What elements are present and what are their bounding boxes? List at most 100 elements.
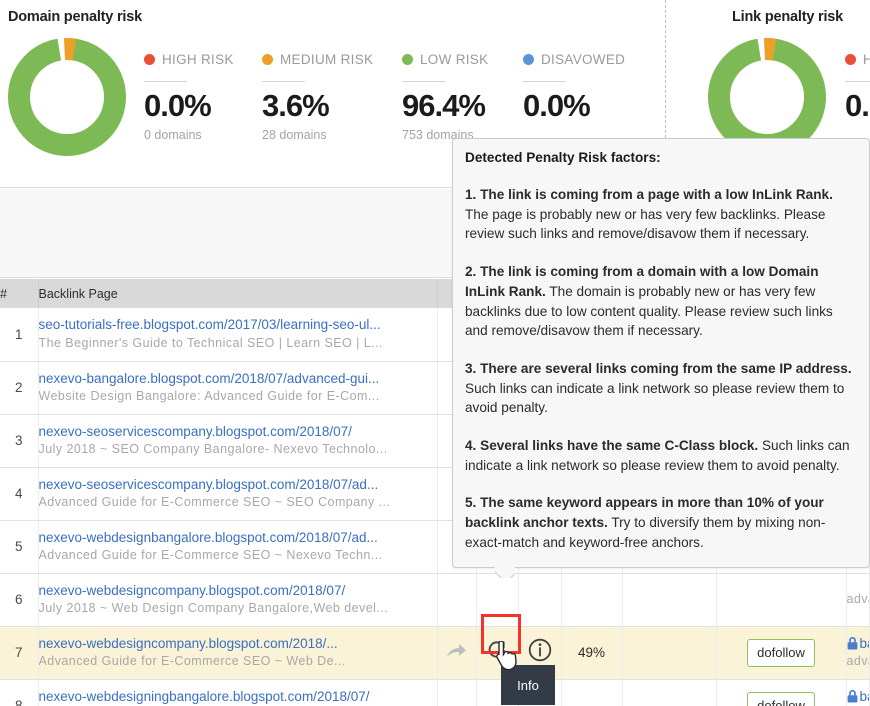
factor-number: 5.	[465, 495, 477, 511]
disavowed-percent: 0.0%	[523, 88, 591, 123]
row-backlink-page[interactable]: nexevo-webdesigningbangalore.blogspot.co…	[38, 679, 438, 706]
high-risk-dot	[144, 53, 155, 65]
anchor-text-link[interactable]: back	[847, 688, 869, 706]
factor-description: The page is probably new or has very few…	[465, 206, 826, 242]
row-follow-cell[interactable]	[716, 573, 847, 627]
domain-penalty-risk-title: Domain penalty risk	[8, 9, 142, 25]
backlink-page-url[interactable]: nexevo-bangalore.blogspot.com/2018/07/ad…	[39, 370, 437, 388]
factor-number: 3.	[465, 360, 477, 376]
high-risk-label: HIGH RISK	[162, 51, 234, 67]
refresh-button[interactable]	[487, 640, 507, 660]
table-row[interactable]: 7 nexevo-webdesigncompany.blogspot.com/2…	[0, 626, 870, 680]
low-risk-percent: 96.4%	[402, 88, 486, 123]
row-backlink-page[interactable]: nexevo-webdesigncompany.blogspot.com/201…	[38, 626, 438, 680]
secure-lock-icon	[847, 689, 858, 704]
info-hover-tooltip: Info	[501, 665, 555, 705]
row-index: 3	[0, 414, 39, 468]
row-share-cell[interactable]	[437, 626, 477, 680]
share-button[interactable]	[446, 642, 467, 659]
row-share-cell[interactable]	[437, 573, 477, 627]
disavowed-label: DISAVOWED	[541, 51, 626, 67]
backlink-page-url[interactable]: seo-tutorials-free.blogspot.com/2017/03/…	[39, 316, 437, 334]
factor-description: Such links can indicate a link network s…	[465, 380, 845, 416]
tooltip-factor-item: 3. There are several links coming from t…	[465, 359, 856, 418]
backlink-page-url[interactable]: nexevo-webdesigningbangalore.blogspot.co…	[39, 688, 437, 706]
follow-type-badge[interactable]: dofollow	[747, 638, 815, 667]
row-extra-cell	[622, 573, 717, 627]
row-penalty-risk-percent	[561, 573, 623, 627]
row-backlink-page[interactable]: nexevo-webdesignbangalore.blogspot.com/2…	[38, 520, 438, 574]
low-risk-label: LOW RISK	[420, 51, 489, 67]
info-button[interactable]	[528, 638, 552, 662]
table-row[interactable]: 6 nexevo-webdesigncompany.blogspot.com/2…	[0, 573, 870, 627]
low-risk-dot	[402, 53, 413, 65]
row-anchor-cell[interactable]: back advan	[846, 679, 870, 706]
backlink-page-url[interactable]: nexevo-webdesignbangalore.blogspot.com/2…	[39, 529, 437, 547]
follow-type-badge[interactable]: dofollow	[747, 691, 815, 706]
row-backlink-page[interactable]: seo-tutorials-free.blogspot.com/2017/03/…	[38, 308, 438, 362]
row-backlink-page[interactable]: nexevo-bangalore.blogspot.com/2018/07/ad…	[38, 361, 438, 415]
backlink-page-title: Advanced Guide for E-Commerce SEO ~ Web …	[38, 653, 346, 668]
factor-title: The link is coming from a page with a lo…	[480, 187, 833, 202]
medium-risk-percent: 3.6%	[262, 88, 330, 123]
row-index: 4	[0, 467, 39, 521]
high-risk-count: 0 domains	[144, 128, 202, 142]
legend-disavowed: DISAVOWED 0.0%	[523, 50, 643, 128]
link-penalty-risk-title: Link penalty risk	[732, 9, 844, 25]
row-refresh-cell[interactable]	[476, 573, 519, 627]
backlink-page-url[interactable]: nexevo-seoservicescompany.blogspot.com/2…	[39, 423, 437, 441]
backlink-page-url[interactable]: nexevo-seoservicescompany.blogspot.com/2…	[39, 476, 437, 494]
factor-number: 1.	[465, 187, 477, 202]
medium-risk-label: MEDIUM RISK	[280, 51, 374, 67]
row-backlink-page[interactable]: nexevo-seoservicescompany.blogspot.com/2…	[38, 467, 438, 521]
tooltip-factor-item: 2. The link is coming from a domain with…	[465, 262, 856, 341]
refresh-icon[interactable]	[487, 640, 507, 660]
medium-risk-dot	[262, 53, 273, 65]
row-penalty-risk-percent: 49%	[561, 626, 623, 680]
medium-risk-count: 28 domains	[262, 128, 327, 142]
row-backlink-page[interactable]: nexevo-webdesigncompany.blogspot.com/201…	[38, 573, 438, 627]
tooltip-factor-item: 1. The link is coming from a page with a…	[465, 185, 856, 244]
link-high-risk-dot	[845, 53, 856, 65]
row-index: 5	[0, 520, 39, 574]
row-backlink-page[interactable]: nexevo-seoservicescompany.blogspot.com/2…	[38, 414, 438, 468]
legend-medium-risk: MEDIUM RISK 3.6% 28 domains	[262, 50, 382, 142]
anchor-text-link[interactable]: back	[847, 635, 869, 653]
row-follow-cell[interactable]: dofollow	[716, 626, 847, 680]
share-icon[interactable]	[446, 642, 467, 659]
row-info-cell[interactable]	[518, 573, 562, 627]
column-header-backlink-page[interactable]: Backlink Page	[38, 279, 438, 308]
factor-title: Several links have the same C-Class bloc…	[480, 438, 759, 454]
legend-high-risk: HIGH RISK 0.0% 0 domains	[144, 50, 264, 142]
backlink-page-url[interactable]: nexevo-webdesigncompany.blogspot.com/201…	[39, 635, 437, 653]
domain-penalty-donut-chart	[7, 37, 126, 157]
row-extra-cell	[622, 626, 717, 680]
anchor-text-sub: advan	[846, 591, 869, 606]
info-icon[interactable]	[528, 638, 552, 662]
tooltip-factor-item: 4. Several links have the same C-Class b…	[465, 436, 856, 475]
row-index: 8	[0, 679, 39, 706]
backlink-page-url[interactable]: nexevo-webdesigncompany.blogspot.com/201…	[39, 582, 437, 600]
row-index: 7	[0, 626, 39, 680]
legend-rule	[402, 81, 445, 82]
legend-low-risk: LOW RISK 96.4% 753 domains	[402, 50, 522, 142]
tooltip-heading: Detected Penalty Risk factors:	[465, 150, 661, 165]
factor-number: 2.	[465, 264, 477, 280]
tooltip-arrow	[495, 567, 515, 578]
legend-rule	[845, 81, 870, 82]
table-row[interactable]: 8 nexevo-webdesigningbangalore.blogspot.…	[0, 679, 870, 706]
factor-number: 4.	[465, 438, 477, 454]
row-anchor-cell[interactable]: back advan	[846, 626, 870, 680]
disavowed-dot	[523, 53, 534, 65]
row-anchor-cell[interactable]: advan	[846, 573, 870, 627]
legend-link-high-risk: H 0.	[845, 50, 870, 121]
backlink-page-title: Website Design Bangalore: Advanced Guide…	[38, 388, 380, 403]
column-header-index[interactable]: #	[0, 279, 39, 308]
row-follow-cell[interactable]: dofollow	[716, 679, 847, 706]
legend-rule	[144, 81, 187, 82]
backlink-page-title: July 2018 ~ Web Design Company Bangalore…	[38, 600, 389, 615]
row-index: 6	[0, 573, 39, 627]
tooltip-factor-item: 5. The same keyword appears in more than…	[465, 493, 856, 552]
row-share-cell[interactable]	[437, 679, 477, 706]
link-high-risk-percent: 0.	[845, 88, 870, 123]
